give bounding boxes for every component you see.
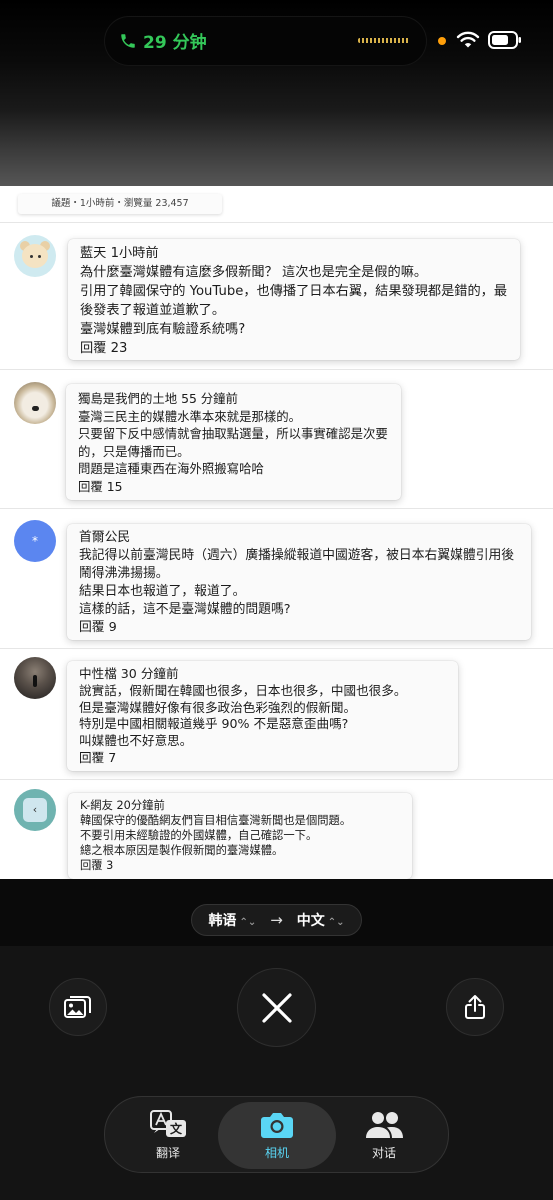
language-bar: 韩语 ⌃⌄ → 中文 ⌃⌄ bbox=[0, 879, 553, 946]
audio-waveform bbox=[358, 38, 410, 43]
teal-avatar: ‹ bbox=[14, 789, 56, 831]
post-meta: 議題・1小時前・瀏覽量 23,457 bbox=[18, 194, 222, 214]
source-language-button[interactable]: 韩语 ⌃⌄ bbox=[208, 910, 256, 930]
target-language-button[interactable]: 中文 ⌃⌄ bbox=[297, 910, 345, 930]
avatar-initial: * bbox=[32, 534, 38, 548]
asterisk-avatar: * bbox=[14, 520, 56, 562]
translated-photo: 議題・1小時前・瀏覽量 23,457 藍天 1小時前 為什麼臺灣媒體有這麼多假新… bbox=[0, 186, 553, 879]
people-icon bbox=[366, 1112, 403, 1138]
comment-text: 說實話，假新聞在韓國也很多，日本也很多，中國也很多。 bbox=[79, 682, 407, 698]
phone-icon bbox=[121, 33, 135, 48]
share-button[interactable] bbox=[446, 978, 504, 1036]
comment-text: 只要留下反中感情就會抽取點選量，所以事實確認是次要的，只是傳播而已。 bbox=[78, 426, 388, 459]
close-button[interactable] bbox=[237, 968, 316, 1047]
divider bbox=[0, 369, 553, 370]
comment-author: K-網友 20分鐘前 bbox=[80, 799, 165, 812]
battery-icon bbox=[488, 31, 521, 49]
tab-camera-label: 相机 bbox=[264, 1146, 289, 1160]
comment-text: 不要引用未經驗證的外國媒體，自己確認一下。 bbox=[80, 829, 318, 842]
comment-text: 這樣的話，這不是臺灣媒體的問題嗎? bbox=[79, 602, 291, 617]
tab-camera[interactable]: 相机 bbox=[218, 1102, 336, 1169]
comment-text: 韓國保守的優酷網友們盲目相信臺灣新聞也是個問題。 bbox=[80, 814, 352, 827]
target-language: 中文 bbox=[296, 913, 325, 929]
comment-text: 叫媒體也不好意思。 bbox=[79, 733, 193, 749]
dog-avatar bbox=[14, 382, 56, 424]
svg-text:文: 文 bbox=[170, 1121, 183, 1136]
comment-text: 我記得以前臺灣民時（週六）廣播操縱報道中國遊客，被日本右翼媒體引用後鬧得沸沸揚揚… bbox=[79, 548, 515, 581]
camera-controls: 文 翻译 相机 对话 bbox=[0, 946, 553, 1200]
chevron-updown-icon: ⌃⌄ bbox=[327, 917, 345, 928]
privacy-indicator-dot bbox=[438, 37, 446, 45]
reply-count: 回覆 3 bbox=[80, 859, 114, 872]
comment-card: 藍天 1小時前 為什麼臺灣媒體有這麼多假新聞？ 這次也是完全是假的嘛。 引用了韓… bbox=[68, 239, 520, 360]
camera-icon bbox=[261, 1113, 293, 1138]
divider bbox=[0, 508, 553, 509]
close-icon bbox=[261, 992, 292, 1023]
tab-translate-label: 翻译 bbox=[155, 1146, 180, 1160]
translate-icon: 文 bbox=[150, 1110, 186, 1137]
reply-count: 回覆 9 bbox=[79, 620, 117, 635]
wifi-icon bbox=[456, 31, 480, 48]
comment-text: 引用了韓國保守的 YouTube，也傳播了日本右翼，結果發現都是錯的，最後發表了… bbox=[80, 284, 508, 318]
comment-text: 臺灣媒體到底有驗證系統嗎? bbox=[80, 322, 246, 337]
call-indicator[interactable]: 29 分钟 bbox=[119, 28, 207, 53]
divider bbox=[0, 222, 553, 223]
comment-card: 獨島是我們的土地 55 分鐘前 臺灣三民主的媒體水準本來就是那樣的。 只要留下反… bbox=[66, 384, 401, 500]
divider bbox=[0, 648, 553, 649]
avatar-initial: ‹ bbox=[23, 798, 47, 822]
source-language: 韩语 bbox=[208, 913, 237, 929]
call-duration: 29 分钟 bbox=[143, 33, 207, 53]
reply-count: 回覆 23 bbox=[80, 341, 128, 356]
tab-conversation-label: 对话 bbox=[371, 1146, 396, 1160]
comment-text: 臺灣三民主的媒體水準本來就是那樣的。 bbox=[78, 408, 302, 424]
tab-translate[interactable]: 文 翻译 bbox=[113, 1102, 223, 1169]
comment-author: 獨島是我們的土地 55 分鐘前 bbox=[78, 391, 238, 406]
arrow-right-icon: → bbox=[270, 911, 283, 929]
reply-count: 回覆 7 bbox=[79, 749, 117, 765]
language-selector: 韩语 ⌃⌄ → 中文 ⌃⌄ bbox=[191, 904, 362, 936]
comment-text: 但是臺灣媒體好像有很多政治色彩強烈的假新聞。 bbox=[79, 699, 357, 715]
comment-text: 結果日本也報道了，報道了。 bbox=[79, 584, 246, 599]
comment-author: 中性檔 30 分鐘前 bbox=[79, 666, 179, 681]
chevron-updown-icon: ⌃⌄ bbox=[239, 917, 257, 928]
comment-card: K-網友 20分鐘前 韓國保守的優酷網友們盲目相信臺灣新聞也是個問題。 不要引用… bbox=[68, 793, 412, 879]
comment-author: 首爾公民 bbox=[79, 530, 131, 545]
comment-card: 中性檔 30 分鐘前 說實話，假新聞在韓國也很多，日本也很多，中國也很多。 但是… bbox=[67, 661, 458, 771]
silhouette-avatar bbox=[14, 657, 56, 699]
comment-text: 特別是中國相關報道幾乎 90% 不是惡意歪曲嗎? bbox=[79, 716, 349, 732]
reply-count: 回覆 15 bbox=[78, 478, 123, 494]
status-bar: 29 分钟 bbox=[0, 0, 553, 186]
bear-avatar bbox=[14, 235, 56, 277]
gallery-button[interactable] bbox=[49, 978, 107, 1036]
comment-author: 藍天 1小時前 bbox=[80, 246, 159, 261]
dynamic-island[interactable]: 29 分钟 bbox=[105, 17, 426, 65]
share-icon bbox=[465, 995, 485, 1019]
comment-text: 總之根本原因是製作假新聞的臺灣媒體。 bbox=[80, 844, 284, 857]
photo-gallery-icon bbox=[64, 996, 91, 1018]
tab-conversation[interactable]: 对话 bbox=[329, 1102, 439, 1169]
mode-tab-bar: 文 翻译 相机 对话 bbox=[104, 1096, 449, 1173]
divider bbox=[0, 779, 553, 780]
comment-text: 問題是這種東西在海外照搬寫哈哈 bbox=[78, 461, 264, 476]
comment-card: 首爾公民 我記得以前臺灣民時（週六）廣播操縱報道中國遊客，被日本右翼媒體引用後鬧… bbox=[67, 524, 531, 640]
comment-text: 為什麼臺灣媒體有這麼多假新聞？ 這次也是完全是假的嘛。 bbox=[80, 265, 428, 280]
